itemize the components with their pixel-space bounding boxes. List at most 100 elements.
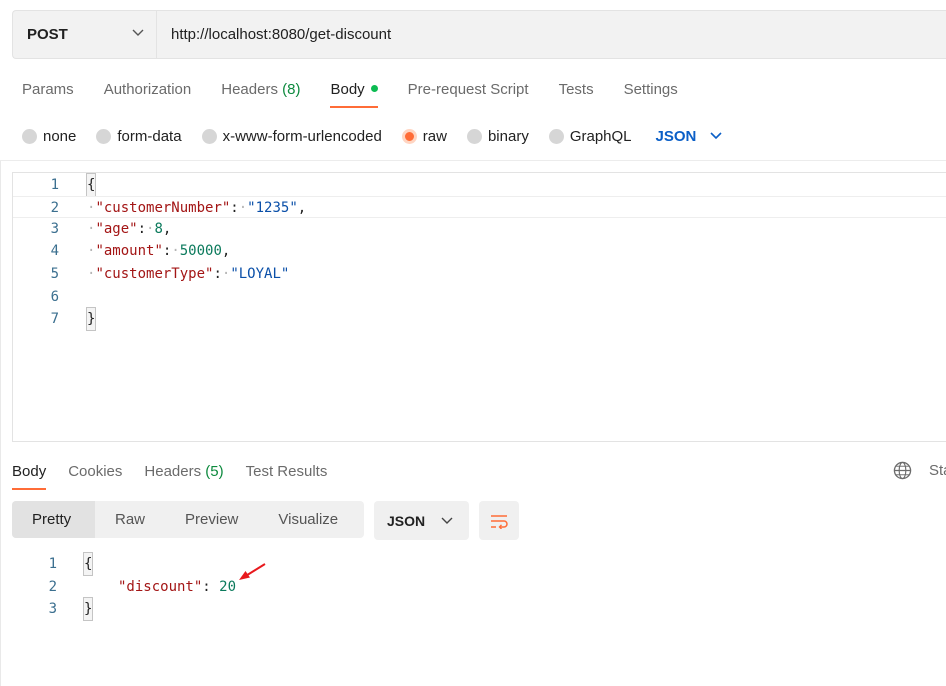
tab-response-headers-label: Headers	[144, 463, 202, 480]
response-tabs: Body Cookies Headers (5) Test Results	[12, 460, 349, 492]
tab-params-label: Params	[22, 81, 74, 98]
code-line: 1 {	[13, 173, 946, 197]
radio-circle-selected	[401, 128, 417, 144]
radio-circle	[548, 128, 564, 144]
radio-raw[interactable]: raw	[401, 127, 447, 145]
mode-raw-label: Raw	[115, 511, 146, 528]
mode-visualize-label: Visualize	[278, 511, 339, 528]
tab-cookies[interactable]: Cookies	[68, 460, 122, 490]
radio-raw-label: raw	[422, 127, 447, 145]
json-value: "1235"	[247, 200, 298, 216]
radio-none-label: none	[43, 127, 77, 145]
open-brace: {	[82, 552, 94, 576]
wrap-lines-icon	[491, 514, 508, 529]
mode-preview[interactable]: Preview	[165, 501, 258, 538]
radio-form-data[interactable]: form-data	[96, 127, 182, 145]
section-divider	[0, 160, 946, 161]
line-number: 1	[50, 177, 59, 193]
response-language-select[interactable]: JSON	[374, 501, 469, 540]
close-brace: }	[85, 307, 97, 331]
json-key: "amount"	[95, 243, 163, 259]
discount-value: 20	[219, 579, 237, 595]
url-text: http://localhost:8080/get-discount	[171, 26, 392, 43]
json-comma: ,	[221, 243, 231, 259]
tab-pre-request-script[interactable]: Pre-request Script	[408, 78, 529, 108]
code-line: 7 }	[13, 307, 946, 331]
tab-body[interactable]: Body	[330, 78, 378, 108]
response-body-viewer[interactable]: 1 { 2 "discount": 20 3 }	[0, 552, 946, 686]
red-arrow-icon	[239, 563, 266, 580]
tab-tests-label: Tests	[558, 81, 594, 98]
wrap-lines-button[interactable]	[479, 501, 519, 540]
line-number: 7	[50, 311, 59, 327]
json-value: 50000	[179, 243, 222, 259]
method-select[interactable]: POST	[12, 10, 156, 59]
response-meta: Sta	[893, 461, 946, 480]
code-line: 2 ·"customerNumber":·"1235",	[13, 196, 946, 218]
line-number: 2	[48, 579, 57, 595]
json-key: "age"	[95, 221, 138, 237]
close-brace: }	[82, 597, 94, 621]
method-label: POST	[27, 26, 68, 43]
line-number: 5	[50, 266, 59, 282]
json-key: "customerType"	[95, 266, 214, 282]
tab-settings[interactable]: Settings	[624, 78, 678, 108]
response-language-label: JSON	[387, 512, 426, 529]
mode-raw[interactable]: Raw	[95, 501, 165, 538]
tab-response-body[interactable]: Body	[12, 460, 47, 490]
code-line: 3 ·"age":·8,	[13, 218, 946, 240]
code-line: 3 }	[0, 597, 946, 621]
radio-binary[interactable]: binary	[466, 128, 529, 145]
tab-cookies-label: Cookies	[68, 463, 123, 480]
tab-settings-label: Settings	[623, 81, 678, 98]
code-line: 5 ·"customerType":·"LOYAL"	[13, 263, 946, 285]
radio-none[interactable]: none	[22, 128, 76, 145]
json-value: 8	[154, 221, 163, 237]
tab-authorization[interactable]: Authorization	[104, 78, 192, 108]
line-number: 1	[48, 556, 57, 572]
line-number: 4	[50, 243, 59, 259]
status-label: Sta	[929, 462, 946, 479]
chevron-down-icon	[441, 517, 453, 524]
response-headers-count: (5)	[205, 463, 224, 480]
tab-params[interactable]: Params	[22, 78, 74, 108]
request-bar: POST http://localhost:8080/get-discount	[12, 10, 946, 59]
radio-circle	[466, 128, 482, 144]
code-line: 4 ·"amount":·50000,	[13, 240, 946, 262]
mode-visualize[interactable]: Visualize	[258, 501, 358, 538]
radio-urlencoded[interactable]: x-www-form-urlencoded	[201, 128, 382, 145]
json-comma: ,	[297, 200, 307, 216]
globe-icon[interactable]	[893, 461, 912, 480]
tab-headers[interactable]: Headers (8)	[221, 78, 300, 108]
mode-pretty-label: Pretty	[32, 511, 72, 528]
radio-circle	[22, 128, 37, 144]
radio-graphql[interactable]: GraphQL	[548, 128, 632, 145]
response-format-modes: Pretty Raw Preview Visualize	[12, 501, 364, 538]
headers-count: (8)	[282, 81, 301, 98]
code-line: 6	[13, 286, 946, 308]
tab-tests[interactable]: Tests	[559, 78, 594, 108]
body-type-options: none form-data x-www-form-urlencoded raw…	[22, 125, 722, 147]
tab-test-results[interactable]: Test Results	[246, 460, 328, 490]
tab-pre-request-label: Pre-request Script	[407, 81, 529, 98]
json-key: "discount"	[118, 579, 203, 595]
code-line: 2 "discount": 20	[0, 576, 946, 598]
tab-body-label: Body	[330, 81, 365, 98]
tab-response-headers[interactable]: Headers (5)	[144, 460, 223, 490]
raw-language-select[interactable]: JSON	[656, 128, 723, 145]
tab-response-body-label: Body	[12, 463, 47, 480]
line-number: 3	[48, 601, 57, 617]
mode-pretty[interactable]: Pretty	[12, 501, 95, 538]
line-number: 3	[50, 221, 59, 237]
line-number: 2	[50, 200, 59, 216]
radio-form-data-label: form-data	[117, 127, 182, 145]
request-tabs: Params Authorization Headers (8) Body Pr…	[22, 78, 708, 110]
json-comma: ,	[162, 221, 172, 237]
radio-circle	[201, 128, 217, 144]
url-input[interactable]: http://localhost:8080/get-discount	[156, 10, 946, 59]
chevron-down-icon	[132, 29, 144, 36]
chevron-down-icon	[710, 132, 722, 140]
body-modified-dot	[370, 84, 378, 92]
request-body-editor[interactable]: 1 { 2 ·"customerNumber":·"1235", 3 ·"age…	[12, 172, 946, 442]
tab-authorization-label: Authorization	[103, 81, 192, 98]
